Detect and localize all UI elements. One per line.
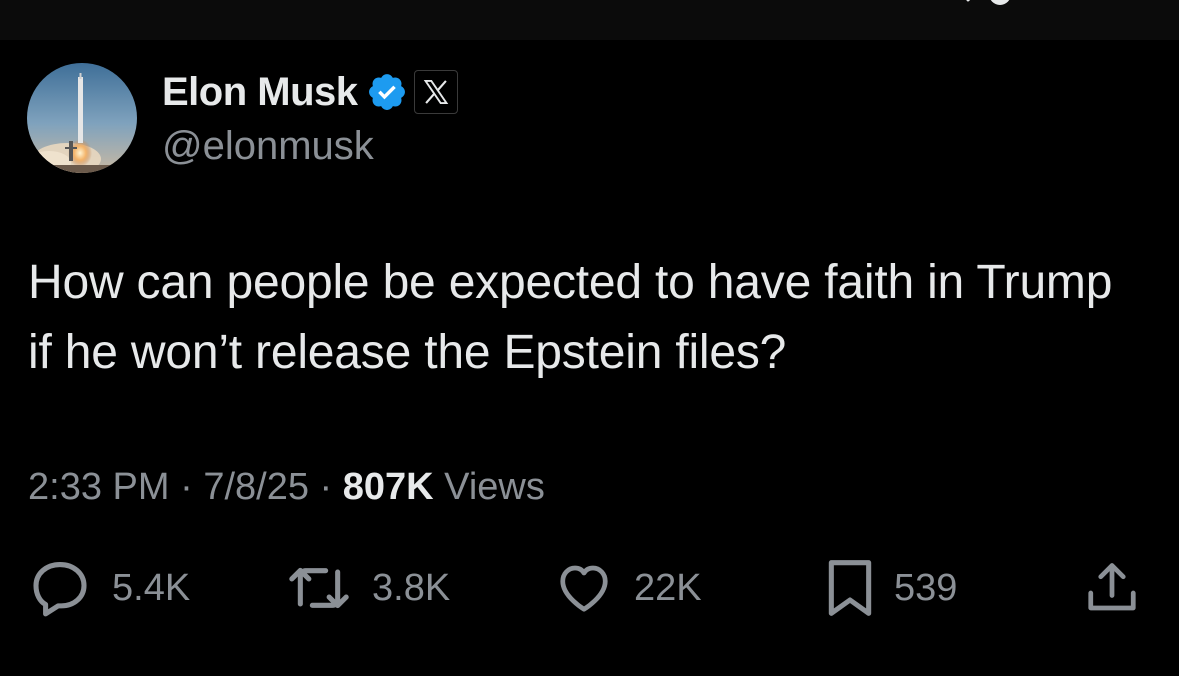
tweet: Elon Musk @elonmusk How can people be ex… (0, 40, 1179, 676)
x-logo-icon[interactable] (413, 70, 458, 114)
tweet-text: How can people be expected to have faith… (28, 256, 1113, 379)
verified-badge-icon[interactable] (366, 71, 408, 113)
views-count[interactable]: 807K (343, 466, 434, 508)
rocket-launch-avatar-image (27, 63, 137, 173)
top-bar-icon-fragment (966, 0, 1010, 5)
reply-icon (33, 562, 87, 617)
tweet-meta: 2:33 PM · 7/8/25 · 807K Views (28, 466, 545, 509)
bookmark-icon (828, 560, 872, 616)
heart-icon (560, 565, 608, 612)
repost-count: 3.8K (372, 566, 451, 609)
share-button[interactable] (1082, 556, 1142, 620)
like-count: 22K (634, 566, 702, 609)
share-icon (1088, 563, 1136, 611)
reply-button[interactable]: 5.4K (28, 556, 190, 620)
tweet-actions: 5.4K 3.8K 22K 539 (0, 556, 1179, 620)
display-name[interactable]: Elon Musk (162, 70, 358, 115)
meta-separator: · (180, 466, 193, 508)
like-button[interactable]: 22K (554, 556, 702, 620)
avatar[interactable] (27, 63, 137, 173)
bookmark-button[interactable]: 539 (826, 556, 957, 620)
tweet-time[interactable]: 2:33 PM (28, 466, 170, 508)
repost-button[interactable]: 3.8K (286, 556, 450, 620)
views-label: Views (444, 466, 545, 508)
top-bar (0, 0, 1179, 40)
repost-icon (289, 567, 349, 609)
author-handle[interactable]: @elonmusk (162, 124, 374, 169)
reply-count: 5.4K (112, 566, 191, 609)
tweet-date[interactable]: 7/8/25 (203, 466, 309, 508)
author-name-row: Elon Musk (162, 70, 458, 114)
bookmark-count: 539 (894, 566, 958, 609)
meta-separator: · (319, 466, 333, 508)
